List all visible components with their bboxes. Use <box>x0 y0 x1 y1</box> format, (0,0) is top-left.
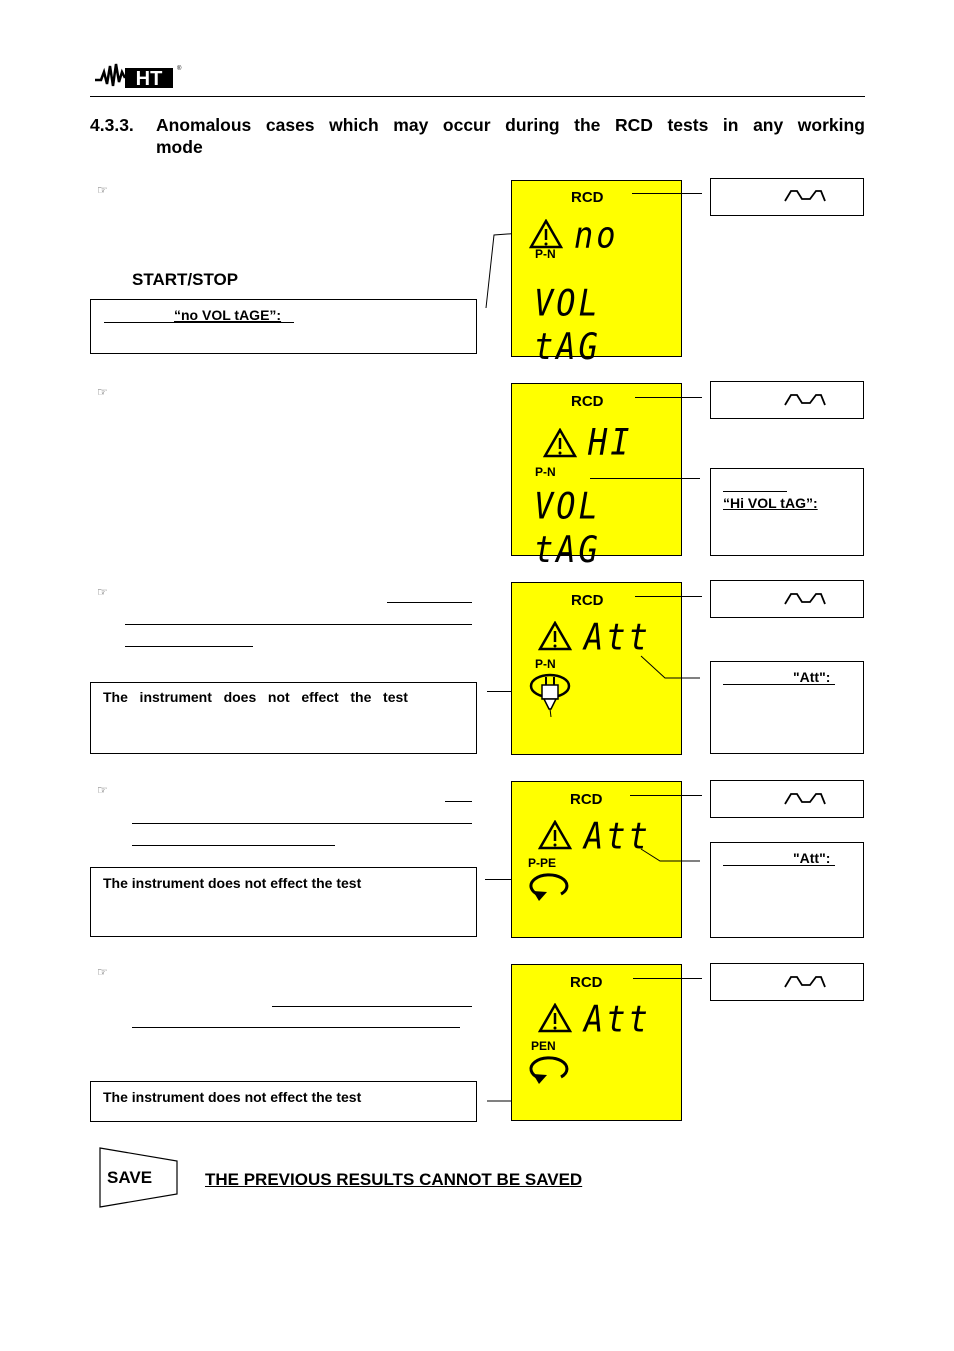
title-word: occur <box>442 115 491 135</box>
callout-hi-voltage: “Hi VOL tAG”: <box>710 468 864 556</box>
save-warning-text: THE PREVIOUS RESULTS CANNOT BE SAVED <box>205 1170 583 1189</box>
pointing-hand-icon: ☞ <box>97 183 108 197</box>
lcd-display-att-pen: RCD Att PEN <box>511 964 682 1121</box>
lcd-mode-label: RCD <box>571 592 604 609</box>
warning-triangle-icon <box>537 819 573 855</box>
title-word: tests <box>667 115 709 135</box>
title-word: RCD <box>614 115 653 135</box>
hi-voltage-label: “Hi VOL tAG”: <box>723 495 818 511</box>
section-heading: 4.3.3. Anomalous cases which may occur during… <box>90 114 865 158</box>
callout-att: "Att": <box>710 661 864 754</box>
leader-line <box>632 193 702 194</box>
waveform-icon <box>784 190 826 202</box>
lcd-line1: HI <box>588 420 633 464</box>
header-divider <box>90 96 865 97</box>
lcd-phase-label: PEN <box>531 1039 556 1053</box>
no-voltage-label: “no VOL tAGE”: <box>174 307 282 323</box>
ht-logo: HT ® <box>93 58 183 92</box>
section-title-line1: Anomalous cases which may occur during the RCD t… <box>156 114 865 136</box>
lcd-mode-label: RCD <box>571 189 604 206</box>
leader-line <box>590 478 700 479</box>
title-word: Anomalous <box>156 115 252 135</box>
note-box-att-ppe: The instrument does not effect the test <box>90 867 477 937</box>
callout-waveform <box>710 178 864 216</box>
title-word: cases <box>265 115 315 135</box>
title-word: may <box>393 115 429 135</box>
leader-line <box>635 596 702 597</box>
note-text: The instrument does not effect the test <box>103 689 408 705</box>
lcd-display-hi-voltage: RCD P-N HI VOL tAG <box>511 383 682 571</box>
svg-text:HT: HT <box>136 68 163 90</box>
lcd-line1: Att <box>584 615 651 659</box>
lcd-line1: no <box>574 213 619 257</box>
note-text: The instrument does not effect the test <box>103 1089 362 1105</box>
pointing-hand-icon: ☞ <box>97 585 108 599</box>
leader-line <box>633 978 702 979</box>
lcd-line2: VOL tAG <box>534 281 601 369</box>
waveform-icon <box>784 394 826 406</box>
lcd-mode-label: RCD <box>571 393 604 410</box>
leader-line <box>640 655 700 679</box>
att-label: "Att": <box>793 850 831 866</box>
underline <box>387 602 472 603</box>
title-word: during <box>505 115 560 135</box>
section-title-line2: mode <box>156 137 203 157</box>
underline <box>132 1027 460 1028</box>
lcd-line2: VOL tAG <box>534 484 601 572</box>
callout-waveform <box>710 381 864 419</box>
underline <box>125 646 253 647</box>
underline <box>132 845 335 846</box>
lcd-display-no-voltage: RCD P-N no VOL tAG <box>511 180 682 368</box>
note-box-att-pn: The instrument does not effect the test <box>90 682 477 754</box>
rotate-arrow-icon <box>527 870 573 909</box>
callout-waveform <box>710 580 864 618</box>
waveform-icon <box>784 593 826 605</box>
overline <box>723 491 787 492</box>
lcd-phase-label: P-PE <box>528 856 557 870</box>
warning-triangle-icon <box>537 1002 573 1038</box>
warning-triangle-icon <box>542 427 578 463</box>
svg-text:®: ® <box>177 65 182 72</box>
pointing-hand-icon: ☞ <box>97 783 108 797</box>
pointing-hand-icon: ☞ <box>97 965 108 979</box>
waveform-icon <box>784 793 826 805</box>
pointing-hand-icon: ☞ <box>97 385 108 399</box>
leader-line <box>630 795 702 796</box>
section-number: 4.3.3. <box>90 115 134 135</box>
callout-waveform <box>710 780 864 818</box>
lcd-mode-label: RCD <box>570 791 603 808</box>
title-word: the <box>574 115 601 135</box>
start-stop-key-label: START/STOP <box>132 270 239 289</box>
leader-line <box>640 848 700 862</box>
note-box-att-pen: The instrument does not effect the test <box>90 1081 477 1122</box>
underline <box>132 823 472 824</box>
att-label: "Att": <box>793 669 831 685</box>
leader-line <box>635 397 702 398</box>
save-key-label: SAVE <box>107 1168 153 1187</box>
underline <box>445 801 472 802</box>
plug-rotate-icon <box>527 671 573 724</box>
underline <box>125 624 472 625</box>
warning-triangle-icon <box>537 620 573 656</box>
lcd-mode-label: RCD <box>570 974 603 991</box>
rotate-arrow-icon <box>527 1053 573 1092</box>
note-box-no-voltage: “no VOL tAGE”: <box>90 299 477 354</box>
waveform-icon <box>784 976 826 988</box>
title-word: working <box>797 115 865 135</box>
lcd-phase-label: P-N <box>535 465 556 479</box>
underline <box>272 1006 472 1007</box>
title-word: in <box>722 115 739 135</box>
title-word: which <box>329 115 379 135</box>
callout-att: "Att": <box>710 842 864 938</box>
lcd-phase-label: P-N <box>535 247 556 261</box>
callout-waveform <box>710 963 864 1001</box>
lcd-phase-label: P-N <box>535 657 556 671</box>
note-text: The instrument does not effect the test <box>103 875 362 891</box>
lcd-line1: Att <box>584 997 651 1041</box>
title-word: any <box>753 115 784 135</box>
